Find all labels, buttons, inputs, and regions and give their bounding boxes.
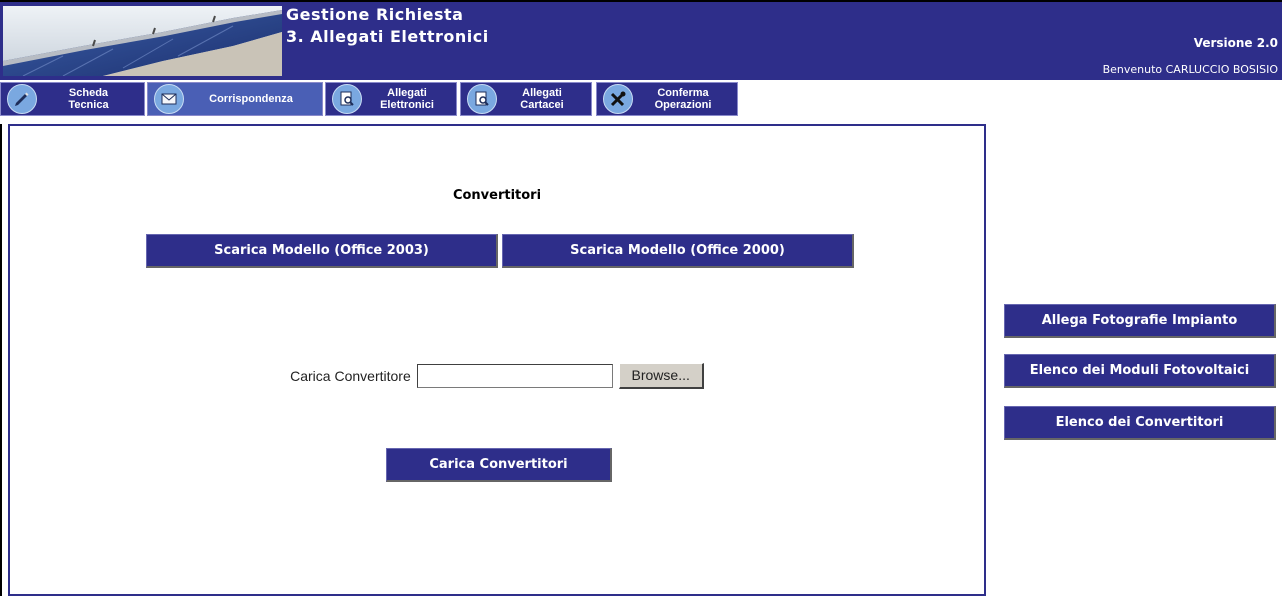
file-path-input[interactable] <box>416 364 613 388</box>
title-line-2: 3. Allegati Elettronici <box>286 27 489 46</box>
convertitori-panel: Convertitori Scarica Modello (Office 200… <box>8 124 986 596</box>
browse-button[interactable]: Browse... <box>618 363 704 389</box>
pv-modules-list-button[interactable]: Elenco dei Moduli Fotovoltaici <box>1004 354 1276 388</box>
page-edge <box>0 124 2 596</box>
tab-label: Allegati Elettronici <box>380 87 434 111</box>
upload-label: Carica Convertitore <box>290 368 411 384</box>
upload-row: Carica Convertitore Browse... <box>10 363 984 389</box>
document-magnifier-icon <box>467 84 497 114</box>
section-title: Convertitori <box>452 188 542 203</box>
upload-converters-button[interactable]: Carica Convertitori <box>386 448 612 482</box>
tab-allegati-elettronici[interactable]: Allegati Elettronici <box>325 82 457 116</box>
tab-label: Scheda Tecnica <box>68 87 109 111</box>
title-line-1: Gestione Richiesta <box>286 5 464 24</box>
tab-scheda-tecnica[interactable]: Scheda Tecnica <box>0 82 145 116</box>
tab-allegati-cartacei[interactable]: Allegati Cartacei <box>460 82 592 116</box>
tab-corrispondenza[interactable]: Corrispondenza <box>147 82 323 116</box>
version-label: Versione 2.0 <box>1193 36 1278 50</box>
header-bar: Gestione Richiesta 3. Allegati Elettroni… <box>0 0 1282 80</box>
banner-image <box>3 6 282 76</box>
download-office-2003-button[interactable]: Scarica Modello (Office 2003) <box>146 234 498 268</box>
envelope-icon <box>154 84 184 114</box>
tab-bar: Scheda Tecnica Corrispondenza Allegati Ele… <box>0 80 1282 118</box>
download-office-2000-button[interactable]: Scarica Modello (Office 2000) <box>502 234 854 268</box>
tab-label: Corrispondenza <box>209 93 293 105</box>
attach-photos-button[interactable]: Allega Fotografie Impianto <box>1004 304 1276 338</box>
page-title: Gestione Richiesta 3. Allegati Elettroni… <box>286 4 489 48</box>
document-magnifier-icon <box>332 84 362 114</box>
converters-list-button[interactable]: Elenco dei Convertitori <box>1004 406 1276 440</box>
pencil-icon <box>7 84 37 114</box>
tab-label: Allegati Cartacei <box>520 87 564 111</box>
tools-icon <box>603 84 633 114</box>
tab-label: Conferma Operazioni <box>654 87 712 111</box>
welcome-text: Benvenuto CARLUCCIO BOSISIO <box>1102 63 1278 76</box>
tab-conferma-operazioni[interactable]: Conferma Operazioni <box>596 82 738 116</box>
